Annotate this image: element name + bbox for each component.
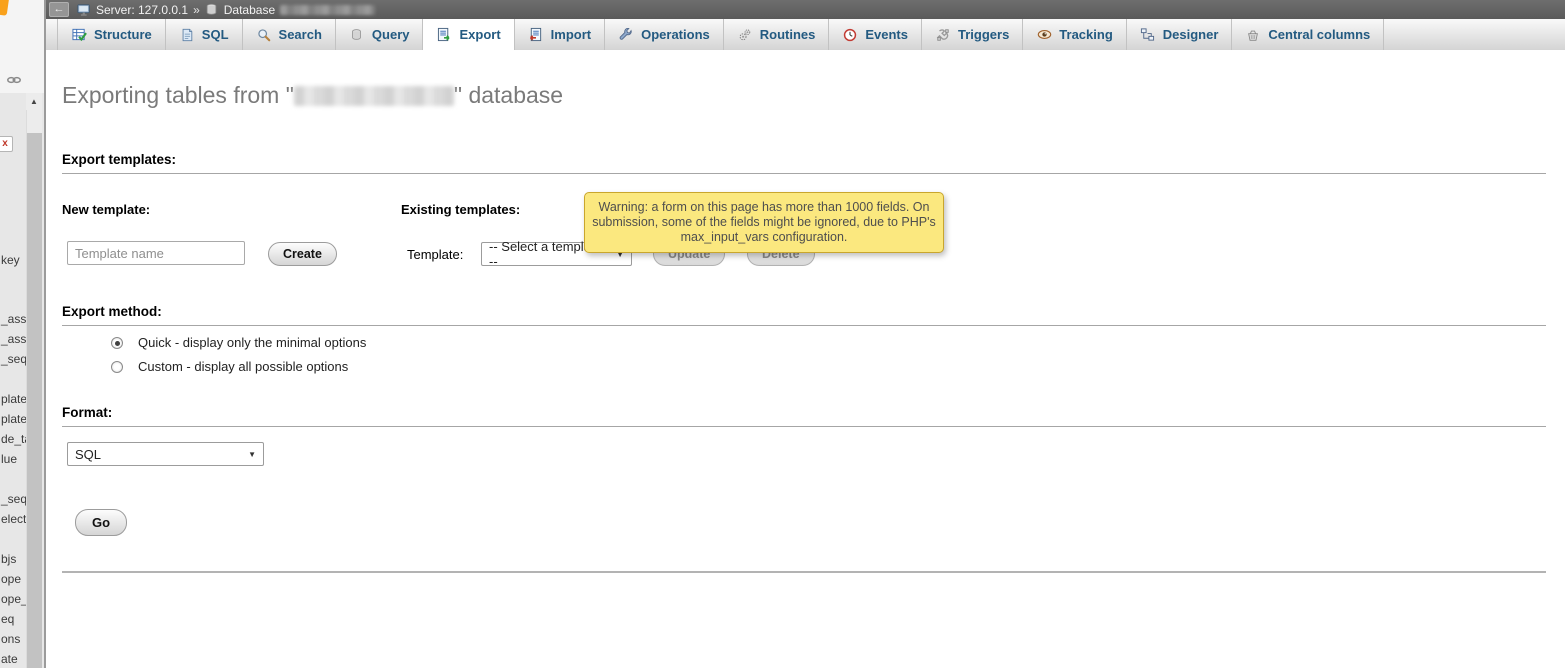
- phpmyadmin-logo: [0, 0, 9, 16]
- max-input-vars-warning: Warning: a form on this page has more th…: [584, 192, 944, 253]
- operations-icon: [618, 27, 634, 43]
- navigation-sidebar: x key_ass_ass_seqplateplate_de_talue_seq…: [0, 0, 44, 668]
- radio-quick-label: Quick - display only the minimal options: [138, 335, 366, 350]
- format-heading: Format:: [62, 405, 1546, 427]
- tab-tracking-label: Tracking: [1059, 27, 1112, 42]
- sidebar-table-fragment[interactable]: bjs: [1, 552, 16, 566]
- template-name-input[interactable]: [67, 241, 245, 265]
- tab-query[interactable]: Query: [336, 19, 424, 50]
- radio-custom-label: Custom - display all possible options: [138, 359, 348, 374]
- tab-designer[interactable]: Designer: [1127, 19, 1233, 50]
- breadcrumb-database-link[interactable]: Database: [224, 3, 275, 17]
- create-template-button[interactable]: Create: [268, 242, 337, 266]
- breadcrumb-separator: »: [193, 3, 200, 17]
- format-select-value: SQL: [75, 447, 101, 462]
- export-templates-heading: Export templates:: [62, 152, 1546, 174]
- link-icon: [6, 72, 22, 88]
- tab-export[interactable]: Export: [423, 19, 514, 50]
- sidebar-table-fragment[interactable]: key: [1, 253, 20, 267]
- sidebar-table-fragment[interactable]: ope: [1, 572, 21, 586]
- tab-routines-label: Routines: [760, 27, 816, 42]
- existing-templates-label: Existing templates:: [401, 202, 520, 217]
- breadcrumb-server-link[interactable]: Server: 127.0.0.1: [96, 3, 188, 17]
- sidebar-table-fragment[interactable]: ate: [1, 652, 18, 666]
- export-method-heading: Export method:: [62, 304, 1546, 326]
- radio-quick[interactable]: [111, 337, 123, 349]
- triggers-icon: [935, 27, 951, 43]
- tab-triggers[interactable]: Triggers: [922, 19, 1023, 50]
- chevron-down-icon: ▼: [248, 450, 256, 459]
- server-breadcrumb-bar: ← Server: 127.0.0.1 » Database: [46, 0, 1565, 19]
- tab-sql-label: SQL: [202, 27, 229, 42]
- tab-operations-label: Operations: [641, 27, 710, 42]
- tab-designer-label: Designer: [1163, 27, 1219, 42]
- tab-routines[interactable]: Routines: [724, 19, 830, 50]
- radio-custom[interactable]: [111, 361, 123, 373]
- page-title: Exporting tables from " " database: [62, 82, 563, 109]
- breadcrumb: Server: 127.0.0.1 » Database: [77, 0, 375, 19]
- sidebar-table-fragment[interactable]: elect: [1, 512, 26, 526]
- page-title-suffix: " database: [454, 82, 563, 108]
- tab-import-label: Import: [551, 27, 591, 42]
- back-button[interactable]: ←: [49, 2, 69, 17]
- sidebar-table-fragment[interactable]: ons: [1, 632, 20, 646]
- events-icon: [842, 27, 858, 43]
- sidebar-table-fragment[interactable]: _seq: [1, 352, 27, 366]
- sidebar-table-fragment[interactable]: lue: [1, 452, 17, 466]
- tab-search[interactable]: Search: [243, 19, 336, 50]
- sidebar-table-fragment[interactable]: ope_: [1, 592, 28, 606]
- import-icon: [528, 27, 544, 43]
- sidebar-table-fragment[interactable]: _ass: [1, 312, 26, 326]
- tab-triggers-label: Triggers: [958, 27, 1009, 42]
- redacted-database-name-title: [294, 86, 454, 106]
- tab-central-columns[interactable]: Central columns: [1232, 19, 1384, 50]
- sidebar-header: [0, 0, 44, 93]
- query-icon: [349, 27, 365, 43]
- database-icon: [205, 3, 219, 17]
- clear-filter-button[interactable]: x: [0, 136, 13, 152]
- tab-structure[interactable]: Structure: [57, 19, 166, 50]
- designer-icon: [1140, 27, 1156, 43]
- sidebar-scrollbar-thumb[interactable]: [27, 133, 42, 668]
- go-button[interactable]: Go: [75, 509, 127, 536]
- central-columns-icon: [1245, 27, 1261, 43]
- sidebar-table-fragment[interactable]: _seq: [1, 492, 27, 506]
- tab-search-label: Search: [279, 27, 322, 42]
- page-title-prefix: Exporting tables from ": [62, 82, 294, 108]
- tab-events-label: Events: [865, 27, 908, 42]
- tab-tracking[interactable]: Tracking: [1023, 19, 1126, 50]
- scroll-up-icon[interactable]: ▲: [26, 93, 42, 110]
- search-icon: [256, 27, 272, 43]
- tab-bar: Structure SQL Search Query Export Import…: [46, 19, 1565, 50]
- export-content: Exporting tables from " " database Export…: [46, 50, 1565, 668]
- format-select[interactable]: SQL ▼: [67, 442, 264, 466]
- export-method-custom-option[interactable]: Custom - display all possible options: [111, 359, 348, 374]
- tab-sql[interactable]: SQL: [166, 19, 243, 50]
- monitor-icon: [77, 3, 91, 17]
- phpmyadmin-export-page: x key_ass_ass_seqplateplate_de_talue_seq…: [0, 0, 1565, 668]
- export-method-quick-option[interactable]: Quick - display only the minimal options: [111, 335, 366, 350]
- redacted-database-name: [280, 5, 375, 15]
- tab-central-columns-label: Central columns: [1268, 27, 1370, 42]
- routines-icon: [737, 27, 753, 43]
- tab-import[interactable]: Import: [515, 19, 605, 50]
- tab-structure-label: Structure: [94, 27, 152, 42]
- structure-icon: [71, 27, 87, 43]
- tracking-icon: [1036, 27, 1052, 43]
- tab-export-label: Export: [459, 27, 500, 42]
- tab-operations[interactable]: Operations: [605, 19, 724, 50]
- tab-query-label: Query: [372, 27, 410, 42]
- sidebar-table-fragment[interactable]: _ass: [1, 332, 26, 346]
- sidebar-table-fragment[interactable]: eq: [1, 612, 14, 626]
- sidebar-table-fragment[interactable]: plate: [1, 392, 27, 406]
- template-label: Template:: [407, 247, 463, 262]
- tab-events[interactable]: Events: [829, 19, 922, 50]
- section-divider: [62, 571, 1546, 573]
- export-icon: [436, 27, 452, 43]
- new-template-label: New template:: [62, 202, 150, 217]
- sql-icon: [179, 27, 195, 43]
